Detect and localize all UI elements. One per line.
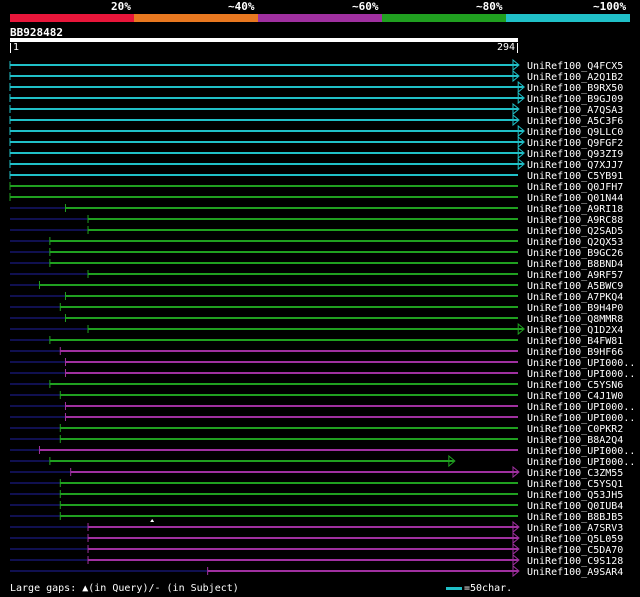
- hit-label[interactable]: UniRef100_Q93ZI9: [527, 149, 623, 160]
- hit-row[interactable]: UniRef100_C5YB91: [9, 171, 623, 182]
- scale-key-text: =50char.: [464, 583, 513, 594]
- hit-label[interactable]: UniRef100_Q9LLC0: [527, 127, 623, 138]
- hit-label[interactable]: UniRef100_A9RF57: [527, 270, 623, 281]
- hit-label[interactable]: UniRef100_UPI000..: [527, 369, 635, 380]
- scale-key: =50char.: [446, 583, 512, 594]
- hit-row[interactable]: UniRef100_C5YSN6: [10, 380, 623, 391]
- hit-row[interactable]: UniRef100_C9S128: [10, 553, 623, 567]
- hit-row[interactable]: UniRef100_B9RX50: [9, 80, 623, 94]
- hit-row[interactable]: UniRef100_UPI000..: [10, 413, 635, 424]
- scale-key-swatch: [446, 586, 462, 590]
- hit-label[interactable]: UniRef100_B4FW81: [527, 336, 623, 347]
- hit-label[interactable]: UniRef100_Q53JH5: [527, 490, 623, 501]
- hit-row[interactable]: UniRef100_UPI000..: [10, 358, 635, 369]
- hit-row[interactable]: UniRef100_Q5L059: [10, 531, 623, 545]
- hit-label[interactable]: UniRef100_A2Q1B2: [527, 72, 623, 83]
- hit-label[interactable]: UniRef100_B9RX50: [527, 83, 623, 94]
- hit-row[interactable]: UniRef100_Q2SAD5: [10, 226, 623, 237]
- hit-row[interactable]: UniRef100_A9RC88: [10, 215, 623, 226]
- hit-label[interactable]: UniRef100_C9S128: [527, 556, 623, 567]
- hit-row[interactable]: UniRef100_Q9LLC0: [9, 124, 623, 138]
- hit-label[interactable]: UniRef100_Q7XJJ7: [527, 160, 623, 171]
- hit-label[interactable]: UniRef100_A5C3F6: [527, 116, 623, 127]
- hit-label[interactable]: UniRef100_B9GC26: [527, 248, 623, 259]
- hit-row[interactable]: UniRef100_C4J1W0: [10, 391, 623, 402]
- hit-row[interactable]: UniRef100_B9GJ09: [9, 91, 623, 105]
- hit-row[interactable]: UniRef100_C3ZM55: [10, 465, 623, 479]
- hit-row[interactable]: UniRef100_C5DA70: [10, 542, 623, 556]
- hit-label[interactable]: UniRef100_C5DA70: [527, 545, 623, 556]
- hit-label[interactable]: UniRef100_C3ZM55: [527, 468, 623, 479]
- query-gap-marker: [150, 519, 155, 522]
- hit-row[interactable]: UniRef100_B9HF66: [10, 347, 623, 358]
- hit-label[interactable]: UniRef100_Q1D2X4: [527, 325, 623, 336]
- hit-label[interactable]: UniRef100_Q01N44: [527, 193, 623, 204]
- hit-row[interactable]: UniRef100_Q0IUB4: [10, 501, 623, 512]
- hit-label[interactable]: UniRef100_Q9FGF2: [527, 138, 623, 149]
- hit-row[interactable]: UniRef100_B4FW81: [10, 336, 623, 347]
- hit-row[interactable]: UniRef100_Q53JH5: [10, 490, 623, 501]
- hit-row[interactable]: UniRef100_B9GC26: [10, 248, 623, 259]
- hit-label[interactable]: UniRef100_C5YSN6: [527, 380, 623, 391]
- hit-row[interactable]: UniRef100_UPI000..: [10, 446, 635, 457]
- hit-row[interactable]: UniRef100_B8BND4: [10, 259, 623, 270]
- hit-row[interactable]: UniRef100_Q7XJJ7: [9, 157, 623, 171]
- hit-row[interactable]: UniRef100_A9RI18: [10, 204, 623, 215]
- hit-row[interactable]: UniRef100_A7QSA3: [9, 102, 623, 116]
- hit-label[interactable]: UniRef100_A5BWC9: [527, 281, 623, 292]
- hit-row[interactable]: UniRef100_Q8MMR8: [10, 314, 623, 325]
- hit-label[interactable]: UniRef100_C0PKR2: [527, 424, 623, 435]
- hit-row[interactable]: UniRef100_A2Q1B2: [9, 69, 623, 83]
- hit-label[interactable]: UniRef100_C4J1W0: [527, 391, 623, 402]
- hit-label[interactable]: UniRef100_Q0IUB4: [527, 501, 623, 512]
- hit-label[interactable]: UniRef100_UPI000..: [527, 446, 635, 457]
- hit-label[interactable]: UniRef100_A7SRV3: [527, 523, 623, 534]
- gaps-legend: Large gaps: ▲(in Query)/- (in Subject): [10, 583, 239, 594]
- hit-alignments: UniRef100_Q4FCX5UniRef100_A2Q1B2UniRef10…: [9, 58, 635, 578]
- hit-label[interactable]: UniRef100_B9HF66: [527, 347, 623, 358]
- hit-label[interactable]: UniRef100_UPI000..: [527, 358, 635, 369]
- hit-row[interactable]: UniRef100_A5BWC9: [10, 281, 623, 292]
- hit-row[interactable]: UniRef100_UPI000..: [10, 454, 635, 468]
- hit-label[interactable]: UniRef100_UPI000..: [527, 413, 635, 424]
- hit-row[interactable]: UniRef100_C0PKR2: [10, 424, 623, 435]
- hit-row[interactable]: UniRef100_UPI000..: [10, 369, 635, 380]
- hit-row[interactable]: UniRef100_Q93ZI9: [9, 146, 623, 160]
- hit-row[interactable]: UniRef100_A9SAR4: [10, 564, 623, 578]
- hit-row[interactable]: UniRef100_Q9FGF2: [9, 135, 623, 149]
- hit-row[interactable]: UniRef100_Q01N44: [9, 193, 623, 204]
- hit-row[interactable]: UniRef100_C5YSQ1: [10, 479, 623, 490]
- hit-label[interactable]: UniRef100_A9RI18: [527, 204, 623, 215]
- hit-label[interactable]: UniRef100_UPI000..: [527, 402, 635, 413]
- hit-row[interactable]: UniRef100_A9RF57: [10, 270, 623, 281]
- hit-row[interactable]: UniRef100_A5C3F6: [9, 113, 623, 127]
- hit-label[interactable]: UniRef100_Q8MMR8: [527, 314, 623, 325]
- hit-row[interactable]: UniRef100_Q0JFH7: [9, 182, 623, 193]
- hit-label[interactable]: UniRef100_Q2QX53: [527, 237, 623, 248]
- hit-label[interactable]: UniRef100_B8BJB5: [527, 512, 623, 523]
- hit-label[interactable]: UniRef100_UPI000..: [527, 457, 635, 468]
- hit-label[interactable]: UniRef100_B8A2Q4: [527, 435, 623, 446]
- hit-label[interactable]: UniRef100_A7QSA3: [527, 105, 623, 116]
- hit-row[interactable]: UniRef100_B8A2Q4: [10, 435, 623, 446]
- hit-label[interactable]: UniRef100_Q5L059: [527, 534, 623, 545]
- hit-label[interactable]: UniRef100_A7PKQ4: [527, 292, 623, 303]
- hit-label[interactable]: UniRef100_A9SAR4: [527, 567, 623, 578]
- hit-label[interactable]: UniRef100_C5YB91: [527, 171, 623, 182]
- hit-label[interactable]: UniRef100_Q4FCX5: [527, 61, 623, 72]
- hit-row[interactable]: UniRef100_UPI000..: [10, 402, 635, 413]
- hit-label[interactable]: UniRef100_Q2SAD5: [527, 226, 623, 237]
- hit-label[interactable]: UniRef100_B8BND4: [527, 259, 623, 270]
- hit-row[interactable]: UniRef100_Q2QX53: [10, 237, 623, 248]
- hit-row[interactable]: UniRef100_Q1D2X4: [10, 322, 623, 336]
- hit-label[interactable]: UniRef100_B9GJ09: [527, 94, 623, 105]
- hit-label[interactable]: UniRef100_C5YSQ1: [527, 479, 623, 490]
- hit-label[interactable]: UniRef100_A9RC88: [527, 215, 623, 226]
- hit-label[interactable]: UniRef100_B9H4P0: [527, 303, 623, 314]
- hit-label[interactable]: UniRef100_Q0JFH7: [527, 182, 623, 193]
- hit-row[interactable]: UniRef100_B9H4P0: [10, 303, 623, 314]
- hit-row[interactable]: UniRef100_B8BJB5: [10, 512, 623, 523]
- hit-row[interactable]: UniRef100_Q4FCX5: [9, 58, 623, 72]
- hit-row[interactable]: UniRef100_A7PKQ4: [10, 292, 623, 303]
